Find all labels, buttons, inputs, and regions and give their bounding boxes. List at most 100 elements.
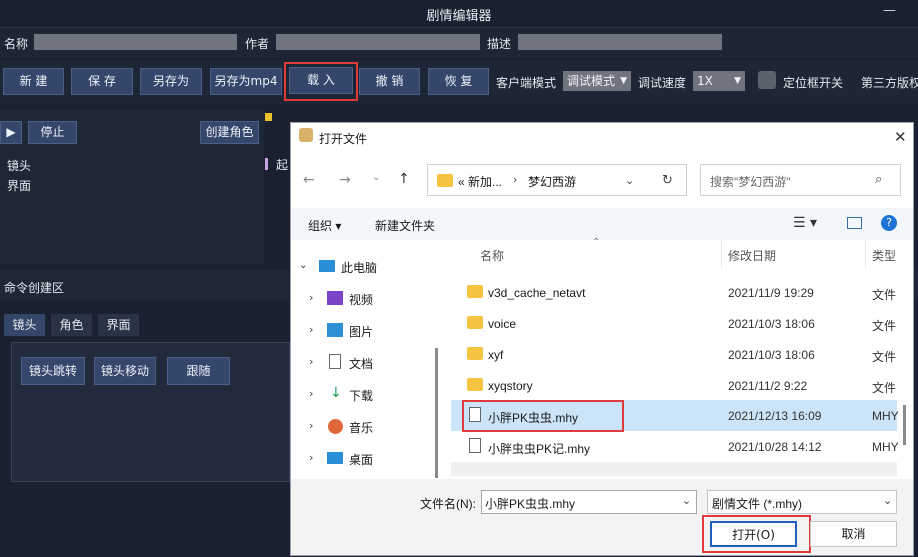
- file-type: 文件: [872, 319, 897, 333]
- nav-downloads[interactable]: 下载: [349, 387, 373, 404]
- tab-role[interactable]: 角色: [51, 314, 92, 336]
- chevron-down-icon[interactable]: ⌄: [883, 494, 892, 507]
- client-mode-label: 客户端模式: [496, 76, 557, 90]
- chevron-right-icon[interactable]: ›: [309, 291, 313, 304]
- view-menu-icon[interactable]: ☰ ▾: [793, 215, 817, 231]
- file-date: 2021/10/3 18:06: [728, 348, 815, 362]
- back-icon[interactable]: ←: [303, 172, 315, 188]
- folder-icon: [467, 347, 483, 360]
- column-type[interactable]: 类型: [872, 247, 896, 264]
- preview-pane-icon[interactable]: [847, 217, 862, 229]
- nav-desktop[interactable]: 桌面: [349, 451, 373, 468]
- name-field[interactable]: [34, 34, 237, 50]
- file-name[interactable]: 小胖虫虫PK记.mhy: [488, 440, 590, 457]
- save-button[interactable]: 保 存: [71, 68, 133, 95]
- forward-icon[interactable]: →: [339, 172, 351, 188]
- organize-button[interactable]: 组织 ▾: [308, 217, 341, 234]
- chevron-right-icon[interactable]: ›: [309, 451, 313, 464]
- stop-button[interactable]: 停止: [28, 121, 77, 144]
- follow-button[interactable]: 跟随: [167, 357, 230, 385]
- tab-interface[interactable]: 界面: [98, 314, 139, 336]
- file-list-scrollbar[interactable]: [903, 405, 906, 445]
- locator-checkbox[interactable]: [758, 71, 776, 89]
- open-button[interactable]: 打开(O): [710, 521, 797, 547]
- file-date: 2021/11/2 9:22: [728, 379, 808, 393]
- column-date[interactable]: 修改日期: [728, 247, 776, 264]
- chevron-down-icon[interactable]: ⌄: [625, 174, 634, 187]
- file-name[interactable]: voice: [488, 317, 516, 331]
- desktop-icon: [327, 452, 343, 464]
- nav-videos[interactable]: 视频: [349, 291, 373, 308]
- minimize-button[interactable]: —: [883, 3, 896, 18]
- client-mode-value: 调试模式: [567, 74, 616, 88]
- file-date: 2021/10/3 18:06: [728, 317, 815, 331]
- file-type: 文件: [872, 350, 897, 364]
- file-type: MHY: [872, 440, 899, 454]
- start-label: 起: [276, 158, 289, 172]
- nav-music[interactable]: 音乐: [349, 419, 373, 436]
- refresh-icon[interactable]: ↻: [662, 173, 673, 188]
- track-label: 镜头: [7, 159, 32, 173]
- computer-icon: [319, 260, 335, 272]
- file-name[interactable]: 小胖PK虫虫.mhy: [488, 409, 578, 426]
- app-title: 剧情编辑器: [426, 9, 492, 24]
- save-as-button[interactable]: 另存为: [140, 68, 202, 95]
- video-icon: [327, 291, 343, 305]
- new-button[interactable]: 新 建: [3, 68, 64, 95]
- new-folder-button[interactable]: 新建文件夹: [375, 217, 435, 234]
- horizontal-scrollbar[interactable]: [451, 462, 897, 476]
- tab-camera[interactable]: 镜头: [4, 314, 45, 336]
- debug-speed-select[interactable]: 1X ▼: [693, 71, 745, 91]
- file-name[interactable]: v3d_cache_netavt: [488, 286, 585, 300]
- close-icon[interactable]: ✕: [894, 128, 907, 146]
- chevron-down-icon: ▼: [734, 76, 741, 86]
- create-role-button[interactable]: 创建角色: [200, 121, 259, 144]
- save-as-mp4-button[interactable]: 另存为mp4: [210, 68, 282, 95]
- author-label: 作者: [245, 37, 270, 51]
- folder-icon: [467, 378, 483, 391]
- command-title: 命令创建区: [4, 281, 65, 295]
- load-button[interactable]: 载 入: [289, 67, 353, 94]
- filename-label: 文件名(N):: [420, 497, 476, 511]
- path-segment[interactable]: 梦幻西游: [528, 173, 576, 190]
- start-marker: [265, 158, 268, 170]
- file-date: 2021/10/28 14:12: [728, 440, 822, 454]
- nav-this-pc[interactable]: 此电脑: [341, 259, 377, 276]
- camera-jump-button[interactable]: 镜头跳转: [21, 357, 85, 385]
- play-button[interactable]: ▶: [0, 121, 22, 144]
- redo-button[interactable]: 恢 复: [428, 68, 489, 95]
- download-icon: ↓: [330, 385, 342, 401]
- file-icon: [469, 407, 481, 422]
- path-segment[interactable]: « 新加...: [458, 173, 502, 190]
- chevron-right-icon[interactable]: ›: [309, 323, 313, 336]
- chevron-right-icon[interactable]: ›: [309, 355, 313, 368]
- up-icon[interactable]: ↑: [398, 171, 410, 187]
- nav-scrollbar[interactable]: [435, 348, 438, 478]
- file-name[interactable]: xyqstory: [488, 379, 533, 393]
- search-icon[interactable]: ⌕: [875, 172, 882, 187]
- camera-move-button[interactable]: 镜头移动: [94, 357, 156, 385]
- nav-documents[interactable]: 文档: [349, 355, 373, 372]
- cancel-button[interactable]: 取消: [810, 521, 897, 547]
- column-name[interactable]: 名称: [480, 247, 504, 264]
- track-label: 界面: [7, 179, 32, 193]
- help-icon[interactable]: ?: [881, 215, 897, 231]
- nav-pictures[interactable]: 图片: [349, 323, 373, 340]
- chevron-right-icon[interactable]: ›: [309, 419, 313, 432]
- chevron-down-icon[interactable]: ⌄: [372, 172, 380, 183]
- column-divider[interactable]: [865, 240, 866, 268]
- debug-speed-label: 调试速度: [638, 76, 687, 90]
- third-party-label: 第三方版权: [861, 76, 918, 90]
- file-name[interactable]: xyf: [488, 348, 503, 362]
- folder-icon: [467, 285, 483, 298]
- chevron-down-icon[interactable]: ⌄: [299, 260, 307, 271]
- author-field[interactable]: [276, 34, 480, 50]
- playhead-icon: [265, 113, 272, 121]
- file-date: 2021/12/13 16:09: [728, 409, 822, 423]
- client-mode-select[interactable]: 调试模式 ▼: [563, 71, 631, 91]
- desc-field[interactable]: [518, 34, 722, 50]
- column-divider[interactable]: [721, 240, 722, 268]
- undo-button[interactable]: 撤 销: [359, 68, 420, 95]
- chevron-down-icon[interactable]: ⌄: [682, 494, 691, 507]
- chevron-right-icon[interactable]: ›: [309, 387, 313, 400]
